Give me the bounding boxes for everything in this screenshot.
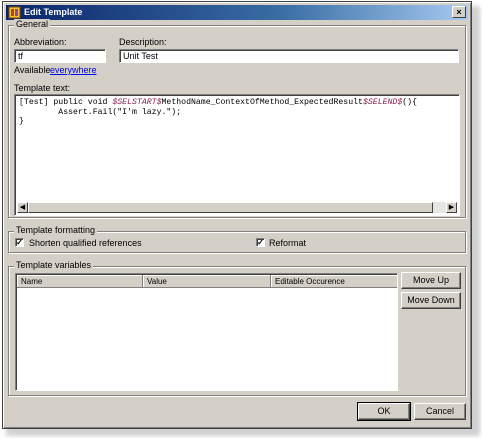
variables-group-label: Template variables — [14, 260, 94, 270]
available-everywhere-link[interactable]: everywhere — [50, 65, 97, 75]
code-token: (){ — [402, 98, 418, 107]
scroll-left-arrow-icon[interactable]: ◀ — [17, 202, 28, 213]
column-header-name[interactable]: Name — [17, 275, 143, 288]
variables-table-header: Name Value Editable Occurence — [17, 275, 397, 288]
abbreviation-label: Abbreviation: — [14, 37, 67, 47]
move-down-button[interactable]: Move Down — [401, 292, 461, 309]
ok-button[interactable]: OK — [357, 402, 411, 421]
code-token: Assert.Fail("I'm lazy."); — [19, 107, 182, 117]
cancel-label: Cancel — [425, 406, 454, 416]
description-input[interactable]: Unit Test — [119, 49, 459, 63]
move-up-label: Move Up — [412, 275, 449, 285]
edit-template-dialog: Edit Template × General Abbreviation: tf… — [2, 1, 472, 429]
move-up-button[interactable]: Move Up — [401, 272, 461, 289]
formatting-group-label: Template formatting — [14, 225, 98, 235]
template-variable-token: $SELEND$ — [362, 98, 403, 107]
code-token: MethodName_ContextOfMethod_ExpectedResul… — [161, 98, 363, 107]
template-icon — [8, 6, 21, 19]
available-text: Available — [14, 65, 51, 75]
window-title: Edit Template — [24, 7, 83, 17]
scroll-right-arrow-icon[interactable]: ▶ — [446, 202, 457, 213]
close-button[interactable]: × — [452, 6, 466, 18]
template-text-editor[interactable]: [Test] public void $SELSTART$MethodName_… — [14, 94, 460, 216]
code-line: Assert.Fail("I'm lazy."); — [19, 108, 417, 118]
code-token: [Test] public void — [19, 98, 113, 107]
ok-label: OK — [377, 406, 391, 416]
move-down-label: Move Down — [407, 295, 455, 305]
horizontal-scrollbar[interactable]: ◀ ▶ — [17, 202, 457, 213]
checkmark-icon: ✓ — [16, 238, 23, 247]
cancel-button[interactable]: Cancel — [414, 403, 466, 420]
template-code: [Test] public void $SELSTART$MethodName_… — [19, 98, 417, 127]
reformat-label[interactable]: Reformat — [269, 238, 306, 248]
code-line: [Test] public void $SELSTART$MethodName_… — [19, 98, 417, 108]
code-line: } — [19, 117, 417, 127]
shorten-references-label[interactable]: Shorten qualified references — [29, 238, 142, 248]
template-variable-token: $SELSTART$ — [112, 98, 162, 107]
column-header-editable-occurence[interactable]: Editable Occurence — [271, 275, 397, 288]
description-label: Description: — [119, 37, 167, 47]
template-text-label: Template text: — [14, 83, 71, 93]
checkmark-icon: ✓ — [257, 238, 264, 247]
reformat-checkbox[interactable]: ✓ — [256, 238, 265, 247]
general-group-label: General — [14, 19, 51, 29]
scrollbar-thumb[interactable] — [28, 202, 433, 213]
code-token: } — [19, 117, 24, 127]
shorten-references-checkbox[interactable]: ✓ — [15, 238, 24, 247]
abbreviation-input[interactable]: tf — [14, 49, 106, 63]
column-header-value[interactable]: Value — [143, 275, 271, 288]
variables-table[interactable]: Name Value Editable Occurence — [15, 273, 398, 391]
title-bar[interactable]: Edit Template × — [6, 5, 468, 20]
